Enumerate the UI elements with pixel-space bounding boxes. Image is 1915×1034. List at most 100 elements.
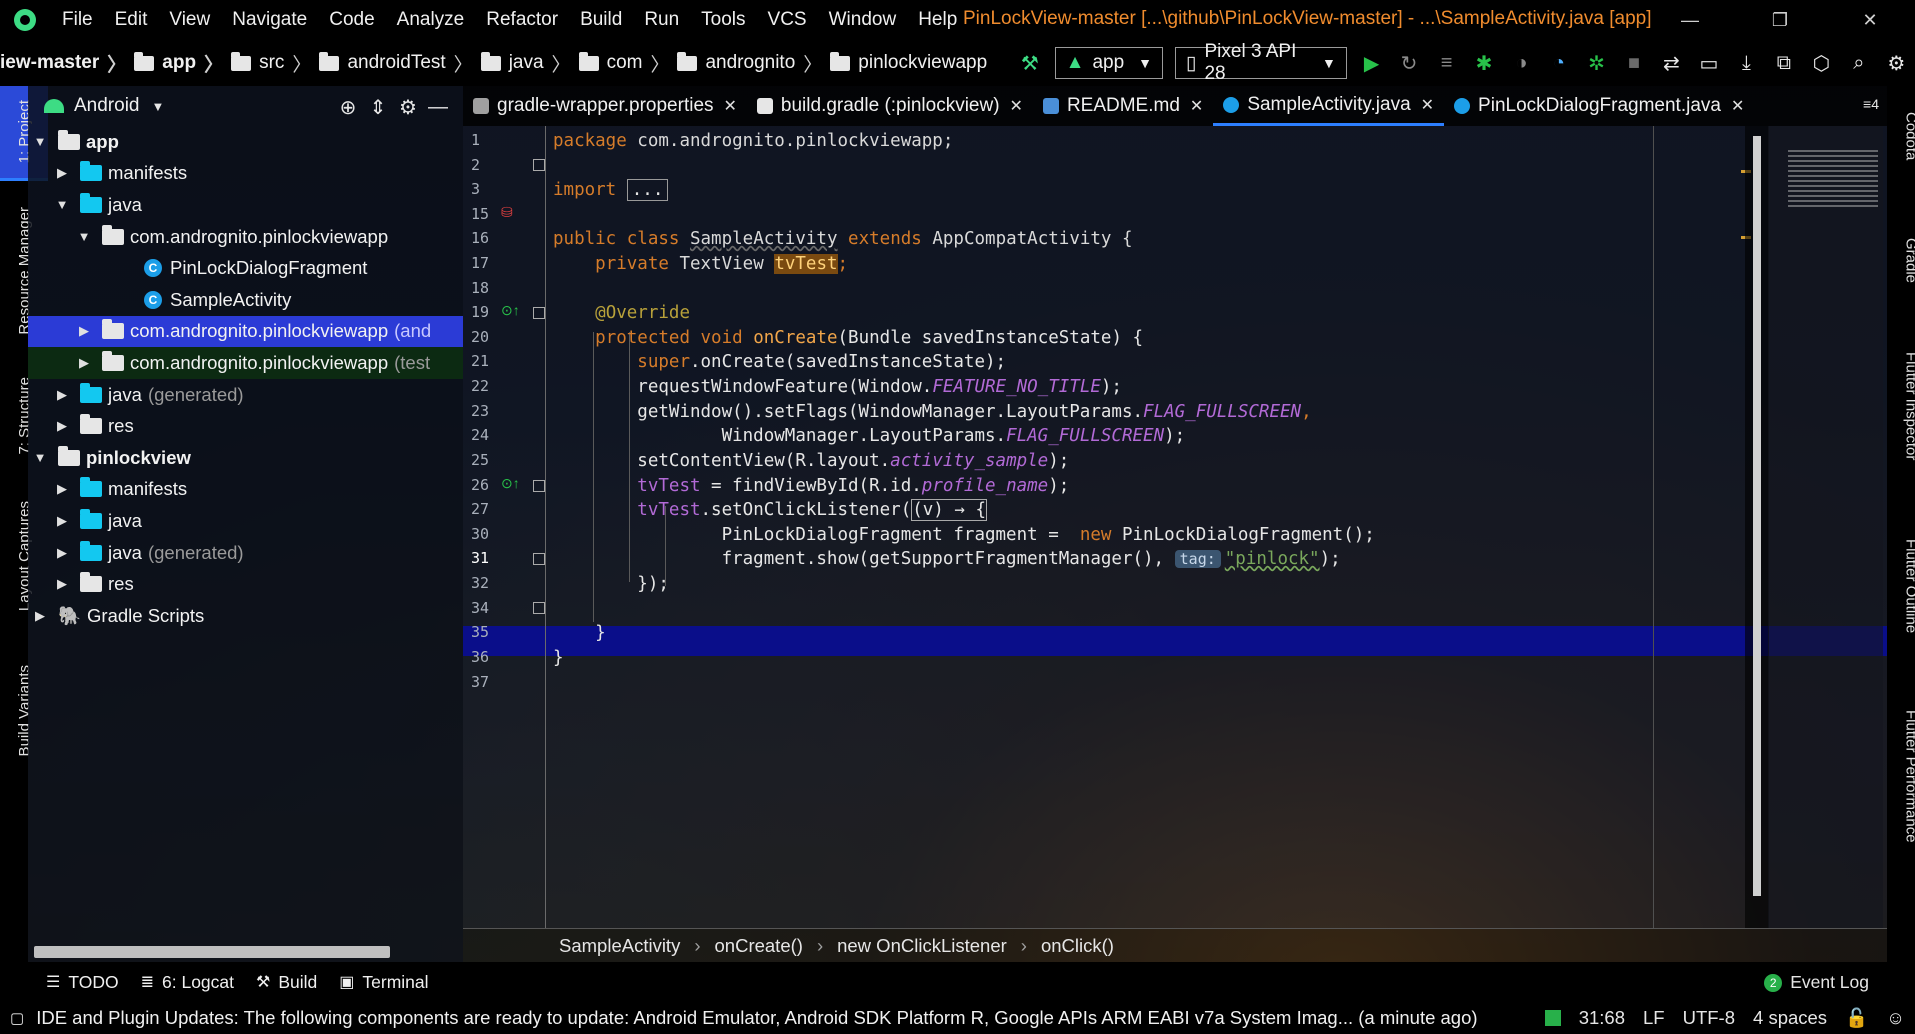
override-marker-icon[interactable]: ⊙↑ (501, 302, 520, 319)
vertical-scrollbar[interactable] (1745, 126, 1769, 928)
line-separator[interactable]: LF (1643, 1007, 1665, 1029)
toggle-tool-windows-icon[interactable]: ▢ (10, 1009, 24, 1027)
menu-navigate[interactable]: Navigate (232, 9, 307, 31)
file-encoding[interactable]: UTF-8 (1683, 1007, 1735, 1029)
event-log-button[interactable]: 2 Event Log (1764, 972, 1869, 993)
tab-pinlockdialogfragment[interactable]: PinLockDialogFragment.java ✕ (1444, 86, 1754, 126)
tab-readme[interactable]: README.md ✕ (1033, 86, 1213, 126)
collapsed-arrow-icon[interactable]: ▶ (54, 481, 70, 497)
tool-todo[interactable]: ☰ TODO (46, 972, 119, 993)
device-select[interactable]: ▯ Pixel 3 API 28 ▼ (1175, 41, 1347, 84)
indent-setting[interactable]: 4 spaces (1753, 1007, 1827, 1029)
restore-button[interactable]: ❐ (1735, 0, 1825, 40)
tool-tab-flutter-outline[interactable]: Flutter Outline (1887, 506, 1915, 666)
tree-item-java-2[interactable]: ▶ java (28, 505, 463, 537)
menu-tools[interactable]: Tools (701, 9, 745, 31)
crumb-onclick[interactable]: onClick() (1041, 935, 1114, 957)
crumb-sampleactivity[interactable]: SampleActivity (559, 935, 680, 957)
expanded-arrow-icon[interactable]: ▼ (32, 134, 48, 149)
code-minimap[interactable] (1768, 126, 1883, 928)
expanded-arrow-icon[interactable]: ▼ (32, 450, 48, 465)
close-icon[interactable]: ✕ (1421, 95, 1434, 115)
apply-changes-icon[interactable]: ↻ (1396, 49, 1421, 77)
apply-code-changes-icon[interactable]: ≡ (1434, 49, 1459, 77)
menu-edit[interactable]: Edit (115, 9, 148, 31)
tab-build-gradle[interactable]: build.gradle (:pinlockview) ✕ (747, 86, 1033, 126)
caret-position[interactable]: 31:68 (1579, 1007, 1625, 1029)
tree-item-app[interactable]: ▼ app (28, 126, 463, 158)
breadcrumb-andrognito[interactable]: andrognito 〉 (677, 50, 822, 77)
close-icon[interactable]: ✕ (1010, 96, 1023, 116)
tree-item-java-generated[interactable]: ▶ java (generated) (28, 379, 463, 411)
lock-marker-icon[interactable]: ⛁ (501, 204, 513, 221)
tool-logcat[interactable]: ≣ 6: Logcat (141, 972, 234, 993)
breadcrumb-pinlockviewapp[interactable]: pinlockviewapp (830, 51, 987, 74)
tree-item-package-androidtest[interactable]: ▶ com.andrognito.pinlockviewapp (and (28, 315, 463, 348)
make-project-hammer-icon[interactable]: ⚒ (1017, 49, 1042, 77)
breadcrumb-app[interactable]: app 〉 (134, 50, 223, 77)
tree-item-pinlockview[interactable]: ▼ pinlockview (28, 442, 463, 474)
sync-project-icon[interactable]: ⇄ (1659, 49, 1684, 77)
device-file-icon[interactable]: ⧉ (1771, 49, 1796, 77)
sdk-manager-icon[interactable]: ⤓ (1734, 49, 1759, 77)
minimize-button[interactable]: — (1645, 0, 1735, 40)
collapsed-arrow-icon[interactable]: ▶ (54, 513, 70, 529)
tabs-overflow-button[interactable]: ≡4 (1863, 96, 1879, 112)
fold-toggle-icon[interactable] (533, 159, 545, 171)
chevron-down-icon[interactable]: ▼ (152, 99, 165, 114)
run-play-icon[interactable]: ▶ (1359, 49, 1384, 77)
gear-icon[interactable]: ⚙ (393, 94, 423, 120)
horizontal-scrollbar[interactable] (34, 946, 390, 958)
tool-build[interactable]: ⚒ Build (256, 972, 317, 993)
menu-refactor[interactable]: Refactor (486, 9, 558, 31)
scrollbar-thumb[interactable] (1753, 136, 1761, 896)
tab-sampleactivity[interactable]: SampleActivity.java ✕ (1213, 86, 1445, 126)
menu-run[interactable]: Run (644, 9, 679, 31)
collapsed-arrow-icon[interactable]: ▶ (76, 323, 92, 339)
menu-view[interactable]: View (169, 9, 210, 31)
stop-icon[interactable]: ■ (1621, 49, 1646, 77)
layout-inspector-icon[interactable]: ⬡ (1809, 49, 1834, 77)
close-icon[interactable]: ✕ (1731, 96, 1744, 116)
collapsed-arrow-icon[interactable]: ▶ (54, 387, 70, 403)
crumb-oncreate[interactable]: onCreate() (715, 935, 803, 957)
tree-item-manifests-2[interactable]: ▶ manifests (28, 474, 463, 506)
status-message[interactable]: IDE and Plugin Updates: The following co… (36, 1007, 1477, 1029)
breadcrumb-androidtest[interactable]: androidTest 〉 (319, 50, 473, 77)
avd-manager-icon[interactable]: ▭ (1696, 49, 1721, 77)
tree-item-java-generated-2[interactable]: ▶ java (generated) (28, 537, 463, 569)
tree-item-package-test[interactable]: ▶ com.andrognito.pinlockviewapp (test (28, 347, 463, 379)
collapsed-arrow-icon[interactable]: ▶ (54, 545, 70, 561)
collapse-all-icon[interactable]: ⇕ (363, 94, 393, 120)
collapsed-arrow-icon[interactable]: ▶ (54, 165, 70, 181)
expanded-arrow-icon[interactable]: ▼ (54, 197, 70, 212)
collapsed-arrow-icon[interactable]: ▶ (54, 418, 70, 434)
fold-toggle-icon[interactable] (533, 480, 545, 492)
menu-code[interactable]: Code (329, 9, 374, 31)
close-icon[interactable]: ✕ (1190, 96, 1203, 116)
collapsed-arrow-icon[interactable]: ▶ (32, 608, 48, 624)
run-config-select[interactable]: ▲ app ▼ (1054, 47, 1164, 79)
search-icon[interactable]: ⌕ (1846, 49, 1871, 77)
coverage-icon[interactable]: ◑ (1509, 49, 1534, 77)
tree-item-pinlockdialogfragment[interactable]: C PinLockDialogFragment (28, 252, 463, 284)
menu-vcs[interactable]: VCS (768, 9, 807, 31)
tree-item-res-2[interactable]: ▶ res (28, 568, 463, 600)
override-marker-icon[interactable]: ⊙↑ (501, 475, 520, 492)
tree-item-res[interactable]: ▶ res (28, 410, 463, 442)
tool-tab-gradle[interactable]: Gradle (1887, 216, 1915, 306)
fold-toggle-icon[interactable] (533, 602, 545, 614)
menu-help[interactable]: Help (918, 9, 957, 31)
project-view-select[interactable]: Android (74, 95, 140, 117)
crumb-onclicklistener[interactable]: new OnClickListener (837, 935, 1007, 957)
terminal-status-icon[interactable] (1544, 1010, 1561, 1026)
inspector-icon[interactable]: ☺ (1886, 1007, 1905, 1029)
menu-analyze[interactable]: Analyze (397, 9, 465, 31)
tree-item-package[interactable]: ▼ com.andrognito.pinlockviewapp (28, 221, 463, 253)
expanded-arrow-icon[interactable]: ▼ (76, 229, 92, 244)
tool-tab-flutter-inspector[interactable]: Flutter Inspector (1887, 326, 1915, 486)
tree-item-manifests[interactable]: ▶ manifests (28, 158, 463, 190)
breadcrumb-project[interactable]: iew-master 〉 (0, 50, 126, 77)
lock-icon[interactable]: 🔓 (1845, 1007, 1868, 1029)
tool-tab-flutter-performance[interactable]: Flutter Performance (1887, 686, 1915, 866)
